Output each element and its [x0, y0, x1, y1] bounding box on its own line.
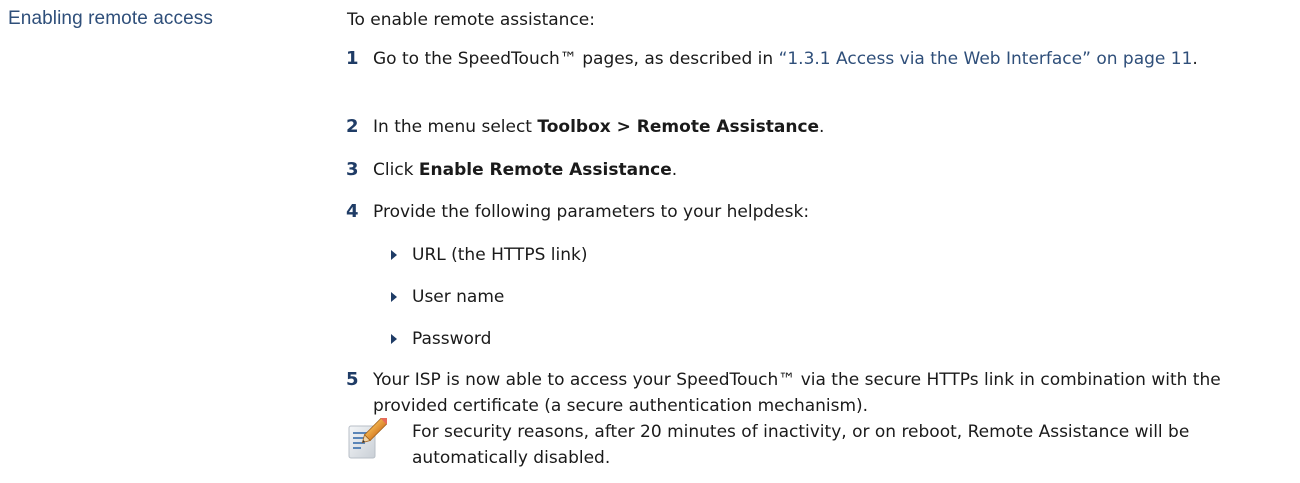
bullet-arrow-icon	[391, 334, 397, 344]
step-3: 3 Click Enable Remote Assistance.	[346, 157, 1293, 183]
step-number: 2	[346, 116, 359, 137]
button-name: Enable Remote Assistance	[418, 160, 672, 180]
step-text: Go to the SpeedTouch™ pages, as describe…	[373, 49, 1198, 69]
intro-text: To enable remote assistance:	[347, 10, 595, 30]
note-pencil-icon	[347, 415, 390, 462]
section-heading: Enabling remote access	[8, 8, 213, 29]
step-4: 4 Provide the following parameters to yo…	[346, 199, 1293, 225]
step-number: 5	[346, 369, 359, 390]
step-number: 3	[346, 159, 359, 180]
step-text: Click Enable Remote Assistance.	[373, 160, 678, 180]
parameter-list-item: Password	[391, 327, 492, 351]
bullet-arrow-icon	[391, 292, 397, 302]
bullet-arrow-icon	[391, 250, 397, 260]
step-2: 2 In the menu select Toolbox > Remote As…	[346, 114, 1293, 140]
step-5: 5 Your ISP is now able to access your Sp…	[346, 367, 1293, 419]
parameter-label: User name	[412, 287, 505, 307]
menu-path: Toolbox > Remote Assistance	[537, 117, 820, 137]
step-1: 1 Go to the SpeedTouch™ pages, as descri…	[346, 46, 1293, 72]
step-text: Your ISP is now able to access your Spee…	[373, 370, 1221, 416]
note-text: For security reasons, after 20 minutes o…	[412, 422, 1190, 468]
parameter-label: URL (the HTTPS link)	[412, 245, 588, 265]
parameter-label: Password	[412, 329, 492, 349]
parameter-list-item: User name	[391, 285, 505, 309]
step-text: Provide the following parameters to your…	[373, 202, 810, 222]
step-number: 1	[346, 48, 359, 69]
step-text: In the menu select Toolbox > Remote Assi…	[373, 117, 825, 137]
parameter-list-item: URL (the HTTPS link)	[391, 243, 588, 267]
step-number: 4	[346, 201, 359, 222]
cross-reference-link[interactable]: “1.3.1 Access via the Web Interface” on …	[779, 49, 1193, 69]
